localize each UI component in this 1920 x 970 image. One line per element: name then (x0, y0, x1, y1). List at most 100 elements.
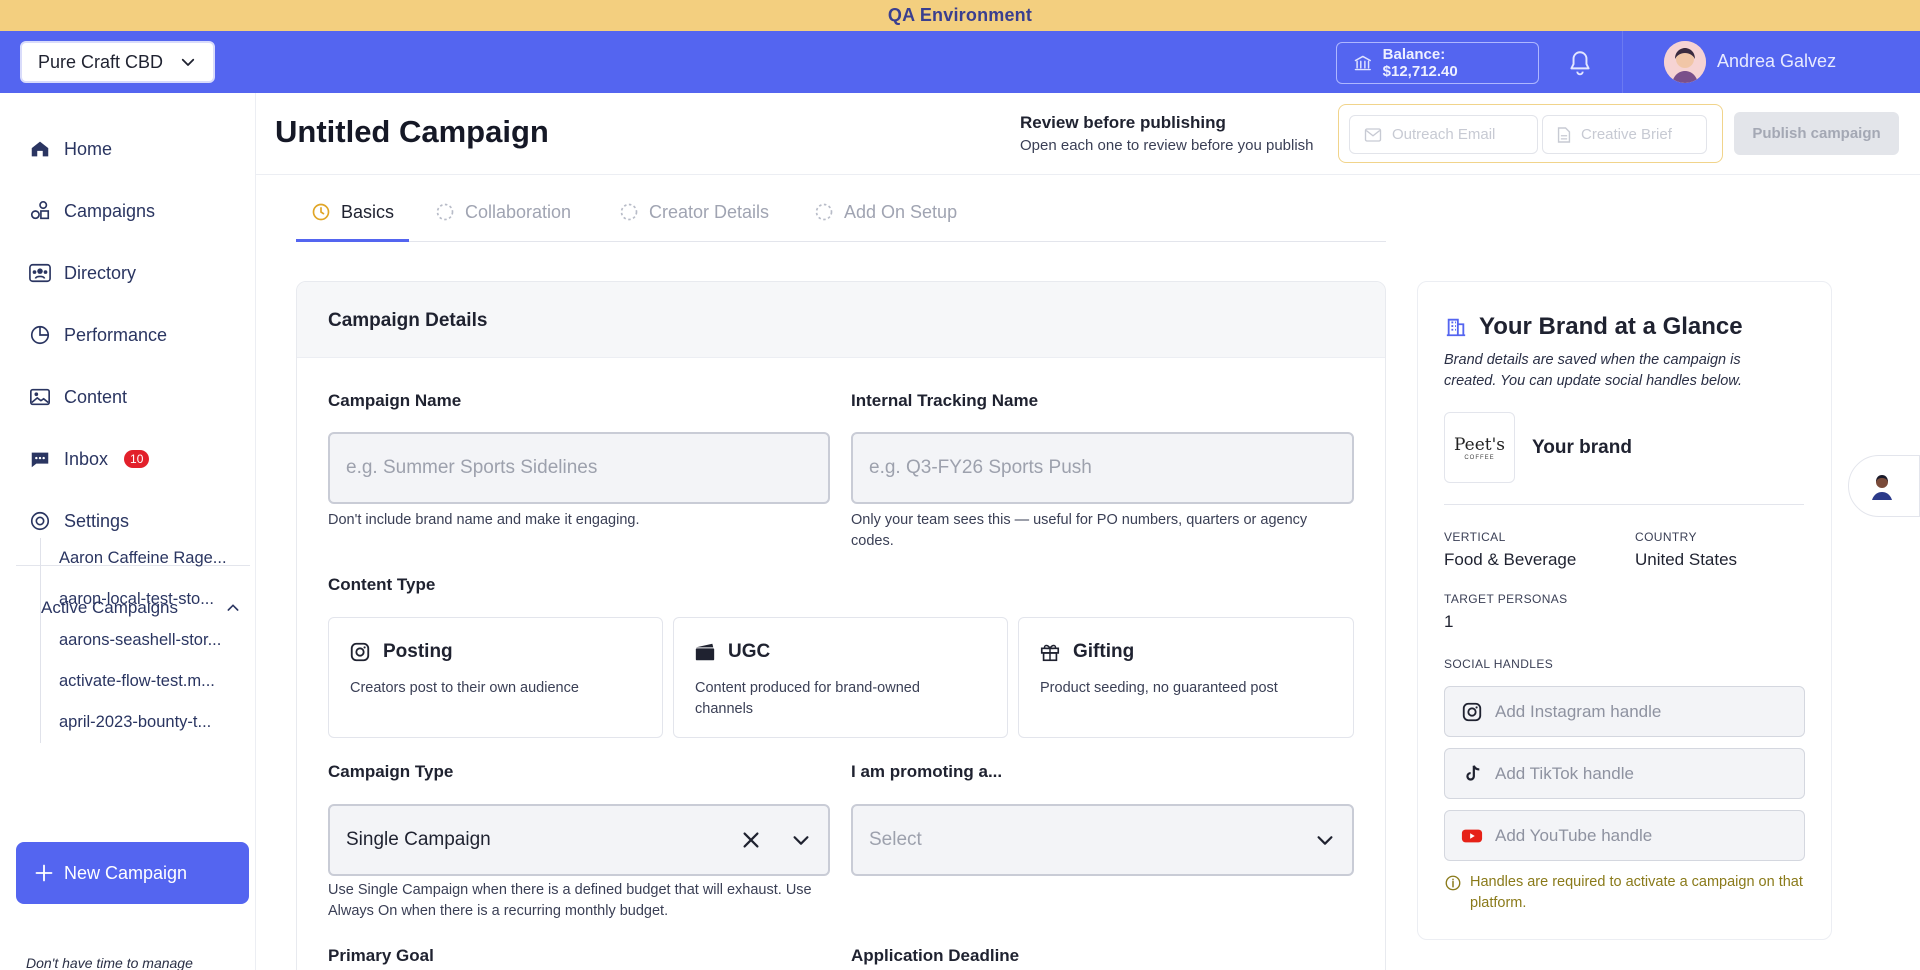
clock-icon (312, 203, 330, 221)
instagram-handle-placeholder: Add Instagram handle (1495, 701, 1662, 721)
new-campaign-label: New Campaign (64, 862, 188, 883)
content-type-desc: Creators post to their own audience (350, 680, 579, 696)
creative-brief-button[interactable]: Creative Brief (1542, 115, 1707, 154)
tab-label: Add On Setup (844, 202, 958, 222)
content-type-name: Posting (383, 641, 453, 662)
instagram-icon (1462, 702, 1482, 721)
avatar[interactable] (1664, 41, 1706, 83)
sidebar-item-label: Settings (64, 510, 130, 531)
balance-button[interactable]: Balance: $12,712.40 (1336, 42, 1539, 84)
content-type-title: Gifting (1039, 641, 1134, 663)
qa-environment-banner: QA Environment (0, 0, 1920, 31)
instagram-handle-input[interactable]: Add Instagram handle (1444, 686, 1805, 737)
target-personas-label: TARGET PERSONAS (1444, 592, 1568, 606)
sidebar-item-settings[interactable]: Settings (28, 505, 129, 537)
clear-icon[interactable] (740, 829, 762, 851)
country-label: COUNTRY (1635, 530, 1697, 544)
country-value: United States (1635, 550, 1738, 569)
outreach-email-label: Outreach Email (1392, 126, 1496, 143)
support-avatar-icon (1866, 470, 1898, 502)
tracking-name-label: Internal Tracking Name (851, 391, 1039, 410)
sidebar-item-directory[interactable]: Directory (28, 257, 136, 289)
application-deadline-label: Application Deadline (851, 946, 1020, 965)
active-campaigns-list: Aaron Caffeine Rage... aaron-local-test-… (40, 538, 252, 743)
sidebar-item-home[interactable]: Home (28, 133, 112, 165)
brand-logo-text: Peet's (1453, 434, 1506, 455)
tracking-name-help: Only your team sees this — useful for PO… (851, 512, 1308, 549)
page-title: Untitled Campaign (275, 114, 549, 149)
brand-selector[interactable]: Pure Craft CBD (20, 41, 215, 83)
gift-icon (1040, 644, 1060, 662)
tab-basics[interactable]: Basics (311, 198, 394, 242)
new-campaign-button[interactable]: New Campaign (16, 842, 249, 904)
content-type-title: UGC (694, 641, 770, 663)
instagram-icon (350, 642, 370, 662)
home-icon (28, 137, 52, 161)
step-tabs: Basics Collaboration Creator Details Add… (296, 198, 1386, 242)
sidebar-item-content[interactable]: Content (28, 381, 127, 413)
content-type-ugc[interactable]: UGC Content produced for brand-owned cha… (673, 617, 1008, 738)
campaign-name-input[interactable]: e.g. Summer Sports Sidelines (328, 432, 830, 504)
mail-icon (1364, 127, 1382, 142)
top-bar: Pure Craft CBD Balance: $12,712.40 Andre… (0, 31, 1920, 93)
content-type-gifting[interactable]: Gifting Product seeding, no guaranteed p… (1018, 617, 1354, 738)
chevron-down-icon (181, 58, 195, 66)
brand-name: Your brand (1532, 437, 1632, 458)
creative-brief-label: Creative Brief (1581, 126, 1672, 143)
building-icon (1446, 318, 1466, 337)
review-subtitle: Open each one to review before you publi… (1020, 137, 1314, 154)
topbar-divider (1622, 31, 1623, 93)
tab-creator-details[interactable]: Creator Details (619, 198, 769, 242)
brand-selector-value: Pure Craft CBD (38, 51, 164, 72)
brand-panel-title: Your Brand at a Glance (1445, 313, 1743, 341)
promoting-placeholder: Select (869, 829, 922, 850)
info-icon (1445, 875, 1461, 891)
balance-text: Balance: $12,712.40 (1382, 46, 1458, 80)
header-divider (256, 174, 1920, 175)
user-name[interactable]: Andrea Galvez (1717, 51, 1836, 72)
sidebar-item-performance[interactable]: Performance (28, 319, 167, 351)
youtube-handle-input[interactable]: Add YouTube handle (1444, 810, 1805, 861)
tab-label: Collaboration (465, 202, 572, 222)
settings-icon (28, 509, 52, 533)
dashed-circle-icon (436, 203, 454, 221)
primary-goal-label: Primary Goal (328, 946, 434, 965)
document-icon (1557, 126, 1571, 143)
sidebar-item-inbox[interactable]: Inbox 10 (28, 443, 150, 475)
plus-icon (35, 864, 53, 882)
tab-collaboration[interactable]: Collaboration (435, 198, 571, 242)
outreach-email-button[interactable]: Outreach Email (1349, 115, 1538, 154)
tracking-name-input[interactable]: e.g. Q3-FY26 Sports Push (851, 432, 1354, 504)
promoting-select[interactable]: Select (851, 804, 1354, 876)
content-type-desc: Product seeding, no guaranteed post (1040, 680, 1278, 696)
brand-panel-subtitle: Brand details are saved when the campaig… (1444, 352, 1743, 389)
dashed-circle-icon (815, 203, 833, 221)
content-type-label: Content Type (328, 575, 436, 594)
content-type-posting[interactable]: Posting Creators post to their own audie… (328, 617, 663, 738)
active-campaign-item[interactable]: activate-flow-test.m... (41, 661, 252, 702)
clapperboard-icon (695, 643, 715, 661)
tab-label: Basics (341, 202, 395, 222)
inbox-count-badge: 10 (124, 450, 150, 468)
active-campaign-item[interactable]: aaron-local-test-sto... (41, 579, 252, 620)
bell-icon[interactable] (1567, 49, 1593, 77)
publish-campaign-button[interactable]: Publish campaign (1734, 112, 1899, 155)
sidebar-item-label: Campaigns (64, 200, 156, 221)
directory-icon (28, 261, 52, 285)
sidebar-item-campaigns[interactable]: Campaigns (28, 195, 155, 227)
bank-icon (1354, 55, 1371, 71)
performance-icon (28, 323, 52, 347)
content-icon (28, 385, 52, 409)
tab-add-on-setup[interactable]: Add On Setup (814, 198, 957, 242)
campaigns-icon (28, 199, 52, 223)
tiktok-handle-input[interactable]: Add TikTok handle (1444, 748, 1805, 799)
active-campaign-item[interactable]: aarons-seashell-stor... (41, 620, 252, 661)
active-campaign-item[interactable]: april-2023-bounty-t... (41, 702, 252, 743)
content-type-name: UGC (728, 641, 771, 662)
social-handles-label: SOCIAL HANDLES (1444, 657, 1554, 671)
campaign-type-select[interactable]: Single Campaign (328, 804, 830, 876)
content-type-title: Posting (349, 641, 453, 663)
promoting-label: I am promoting a... (851, 762, 1003, 781)
active-campaign-item[interactable]: Aaron Caffeine Rage... (41, 538, 252, 579)
support-chat-button[interactable] (1848, 455, 1920, 517)
